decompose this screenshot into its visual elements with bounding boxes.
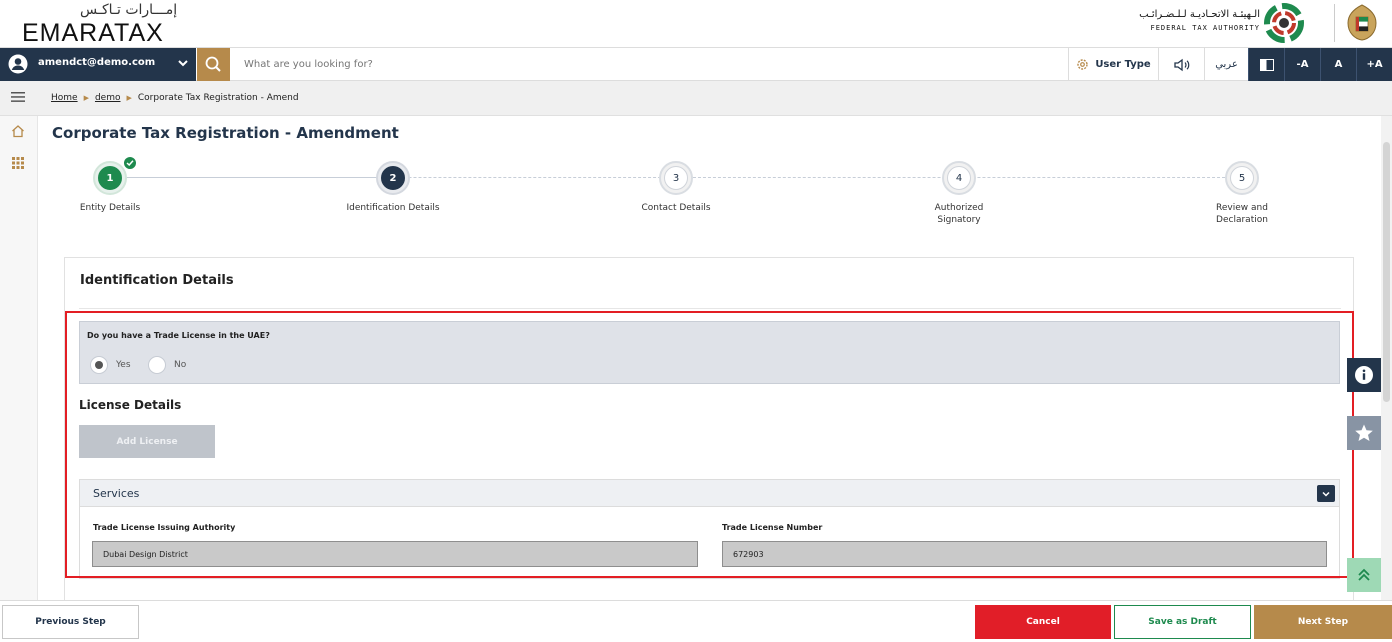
step-review-declaration[interactable]: 5 Review and Declaration [1162,161,1322,226]
audio-button[interactable] [1158,48,1204,81]
search-button[interactable] [197,48,230,81]
next-step-button[interactable]: Next Step [1254,605,1392,639]
logo-arabic-text: إمـــارات تـاكـس [80,2,178,18]
fta-arabic-text: الـهيئـة الاتحـاديـة لـلـضـرائـب [1139,9,1260,20]
step-label: Entity Details [79,203,141,213]
contrast-button[interactable] [1248,48,1284,81]
info-icon [1355,366,1373,384]
breadcrumb: Home ▶ demo ▶ Corporate Tax Registration… [51,93,299,103]
breadcrumb-separator-icon: ▶ [83,94,89,102]
step-label-line: Declaration [1216,215,1268,225]
search-input[interactable] [236,52,736,76]
step-circle: 5 [1225,161,1259,195]
top-navbar: amendct@demo.com User Type عربي [0,47,1392,81]
step-label: Authorized Signatory [879,202,1039,226]
save-draft-button[interactable]: Save as Draft [1114,605,1251,639]
breadcrumb-demo[interactable]: demo [95,93,121,103]
step-entity-details[interactable]: 1 Entity Details [30,155,190,214]
gear-icon [1077,59,1089,70]
user-menu[interactable]: amendct@demo.com [0,48,196,81]
step-circle: 4 [942,161,976,195]
step-circle: 1 [93,155,138,195]
step-label-line: Review and [1216,203,1268,213]
user-type-label: User Type [1095,59,1151,70]
step-contact-details[interactable]: 3 Contact Details [596,161,756,214]
speaker-icon [1173,58,1189,71]
breadcrumb-separator-icon: ▶ [126,94,132,102]
font-increase-button[interactable]: +A [1356,48,1392,81]
cancel-button[interactable]: Cancel [975,605,1111,639]
breadcrumb-bar: Home ▶ demo ▶ Corporate Tax Registration… [0,81,1392,116]
navbar-tools: User Type عربي -A A +A [1068,48,1392,81]
footer-bar: Previous Step Cancel Save as Draft Next … [0,600,1392,642]
user-email: amendct@demo.com [38,57,156,68]
breadcrumb-current: Corporate Tax Registration - Amend [137,93,299,103]
step-circle: 3 [659,161,693,195]
search-icon [205,56,221,72]
uae-emblem-icon [1347,4,1377,41]
favorite-button[interactable] [1347,416,1381,450]
emaratax-logo[interactable]: إمـــارات تـاكـس EMARATAX [22,2,182,47]
chevron-down-icon[interactable] [177,57,189,69]
step-label: Identification Details [346,203,440,213]
step-label-line: Signatory [937,215,981,225]
font-decrease-button[interactable]: -A [1284,48,1320,81]
header-divider [1334,4,1335,42]
page-title: Corporate Tax Registration - Amendment [52,124,399,142]
logo-english-text: EMARATAX [22,19,164,47]
user-icon [8,54,28,74]
language-toggle[interactable]: عربي [1204,48,1248,81]
info-button[interactable] [1347,358,1381,392]
step-number: 1 [98,166,122,190]
breadcrumb-home[interactable]: Home [51,93,78,103]
step-number: 2 [381,166,405,190]
check-icon [122,155,138,171]
section-divider [79,308,1341,309]
contrast-icon [1259,58,1274,71]
step-number: 3 [664,166,688,190]
step-label: Contact Details [641,203,711,213]
fta-emblem-icon [1264,3,1304,43]
menu-icon[interactable] [11,91,25,103]
previous-step-button[interactable]: Previous Step [2,605,139,639]
step-number: 5 [1230,166,1254,190]
fta-english-text: FEDERAL TAX AUTHORITY [1150,24,1260,32]
step-label-line: Authorized [934,203,984,213]
step-identification-details[interactable]: 2 Identification Details [313,161,473,214]
highlight-box [65,311,1354,578]
double-chevron-up-icon [1358,568,1370,581]
step-label: Review and Declaration [1162,202,1322,226]
scroll-top-button[interactable] [1347,558,1381,592]
top-header: إمـــارات تـاكـس EMARATAX الـهيئـة الاتح… [0,0,1392,47]
page-scrollbar[interactable] [1381,116,1392,600]
step-number: 4 [947,166,971,190]
grid-icon[interactable] [11,156,25,170]
fta-logo: الـهيئـة الاتحـاديـة لـلـضـرائـب FEDERAL… [1139,3,1304,43]
scrollbar-thumb[interactable] [1383,142,1390,402]
font-normal-button[interactable]: A [1320,48,1356,81]
step-authorized-signatory[interactable]: 4 Authorized Signatory [879,161,1039,226]
star-icon [1355,424,1373,441]
home-icon[interactable] [11,124,25,138]
section-title: Identification Details [80,273,234,288]
user-type-button[interactable]: User Type [1068,48,1158,81]
step-circle: 2 [376,161,410,195]
